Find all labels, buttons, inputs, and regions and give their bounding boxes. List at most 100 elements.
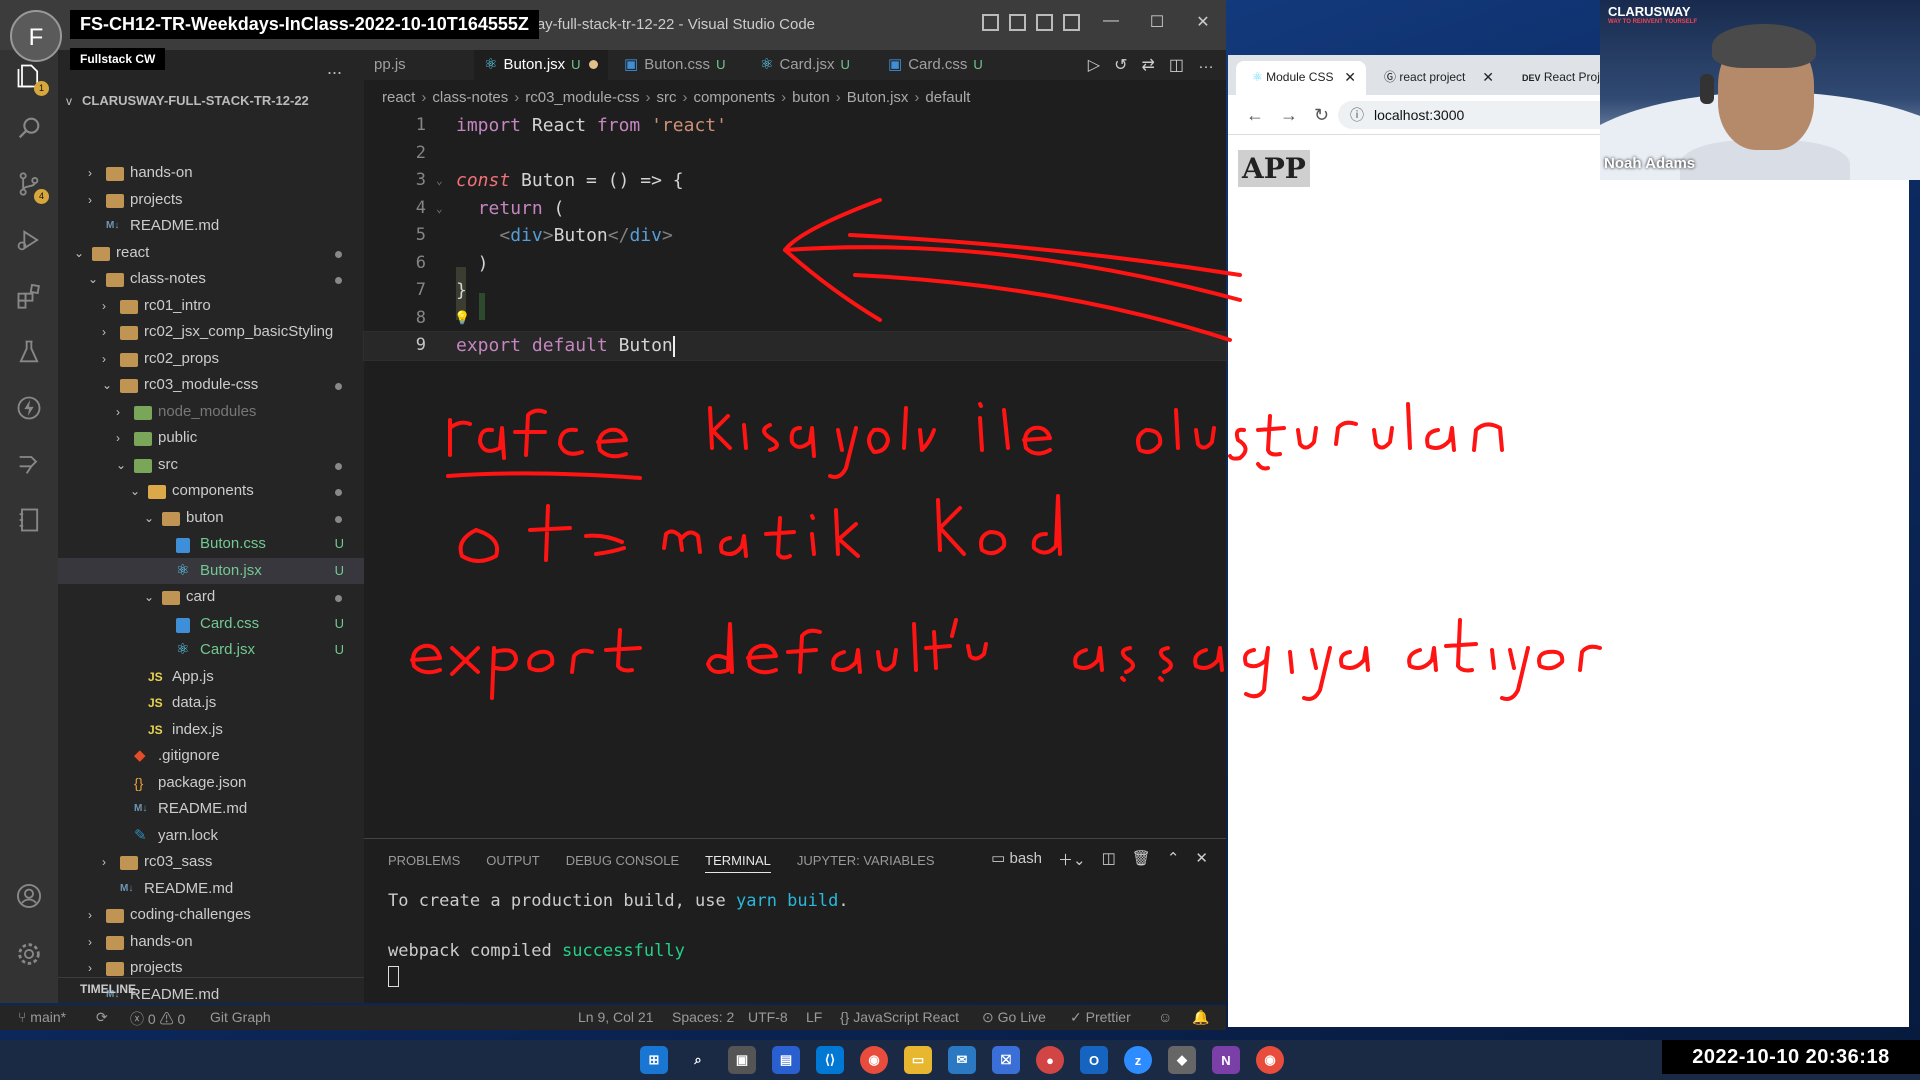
close-button[interactable]: ✕ xyxy=(1188,12,1218,36)
go-live[interactable]: ⊙ Go Live xyxy=(982,1009,1046,1026)
customize-layout-icon[interactable] xyxy=(1063,14,1080,31)
tree-item[interactable]: ◆ .gitignore xyxy=(58,743,364,770)
code-line[interactable]: 7} xyxy=(364,277,1226,305)
panel-tab[interactable]: TERMINAL xyxy=(705,853,771,873)
chrome-profile-icon[interactable]: ◉ xyxy=(1256,1046,1284,1074)
chevron-down-icon[interactable]: ⌄ xyxy=(144,505,156,532)
tree-item[interactable]: M↓ README.md xyxy=(58,876,364,903)
tree-item[interactable]: JS App.js xyxy=(58,664,364,691)
tree-item[interactable]: › projects xyxy=(58,187,364,214)
tree-item[interactable]: › coding-challenges xyxy=(58,902,364,929)
cursor-position[interactable]: Ln 9, Col 21 xyxy=(578,1009,654,1025)
tree-item[interactable]: Buton.css U xyxy=(58,531,364,558)
tree-item[interactable]: {} package.json xyxy=(58,770,364,797)
tree-item[interactable]: › rc02_jsx_comp_basicStyling xyxy=(58,319,364,346)
explorer-more-actions-icon[interactable]: ... xyxy=(327,58,342,79)
breadcrumb-item[interactable]: rc03_module-css xyxy=(525,89,639,106)
fold-chevron-icon[interactable]: ⌄ xyxy=(436,167,443,195)
tree-item[interactable]: M↓ README.md xyxy=(58,796,364,823)
browser-tab-module-css[interactable]: ⚛ Module CSS ✕ xyxy=(1236,61,1366,95)
chevron-down-icon[interactable]: ⌄ xyxy=(130,478,142,505)
git-icon[interactable]: ◆ xyxy=(1168,1046,1196,1074)
widgets-icon[interactable]: ▤ xyxy=(772,1046,800,1074)
tree-item[interactable]: ⌄ rc03_module-css xyxy=(58,372,364,399)
chevron-down-icon[interactable]: ⌄ xyxy=(102,372,114,399)
settings-gear-icon[interactable] xyxy=(13,938,45,970)
panel-tab[interactable]: PROBLEMS xyxy=(388,853,460,873)
chevron-down-icon[interactable]: ⌄ xyxy=(74,240,86,267)
tree-item[interactable]: JS index.js xyxy=(58,717,364,744)
chevron-down-icon[interactable]: ⌄ xyxy=(116,452,128,479)
task-view-icon[interactable]: ▣ xyxy=(728,1046,756,1074)
close-tab-icon[interactable]: ✕ xyxy=(1482,61,1494,93)
code-editor[interactable]: 1 import React from 'react' 2 3 ⌄ const Buton… xyxy=(363,112,1227,361)
encoding[interactable]: UTF-8 xyxy=(748,1009,788,1025)
app-icon[interactable]: ● xyxy=(1036,1046,1064,1074)
chevron-right-icon[interactable]: › xyxy=(102,293,114,320)
tree-item[interactable]: › node_modules xyxy=(58,399,364,426)
tree-item[interactable]: ⌄ react xyxy=(58,240,364,267)
split-editor-icon[interactable]: ◫ xyxy=(1169,55,1184,75)
unsaved-dot[interactable] xyxy=(588,60,598,69)
code-line[interactable]: 2 xyxy=(364,140,1226,168)
breadcrumb-item[interactable]: react xyxy=(382,89,415,106)
more-actions-icon[interactable]: … xyxy=(1198,55,1214,75)
timeline-section[interactable]: TIMELINE xyxy=(58,977,364,1001)
tree-item[interactable]: M↓ README.md xyxy=(58,213,364,240)
tree-item[interactable]: › hands-on xyxy=(58,929,364,956)
kill-terminal-icon[interactable]: 🗑 xyxy=(1132,849,1151,870)
breadcrumb-item[interactable]: class-notes xyxy=(432,89,508,106)
compare-icon[interactable]: ⇄ xyxy=(1141,55,1154,75)
workspace-root[interactable]: v CLARUSWAY-FULL-STACK-TR-12-22 xyxy=(58,88,364,115)
search-taskbar-icon[interactable]: ⌕ xyxy=(684,1046,712,1074)
tree-item[interactable]: ⌄ card xyxy=(58,584,364,611)
tree-item[interactable]: ⚛ Buton.jsx U xyxy=(58,557,364,584)
mail-icon[interactable]: ✉ xyxy=(948,1046,976,1074)
lightning-icon[interactable] xyxy=(13,392,45,424)
terminal-shell-label[interactable]: ▭ bash xyxy=(991,849,1042,870)
new-terminal-icon[interactable]: ＋⌄ xyxy=(1058,849,1086,870)
account-icon[interactable] xyxy=(13,880,45,912)
maximize-button[interactable]: ☐ xyxy=(1142,12,1172,36)
chevron-right-icon[interactable]: › xyxy=(116,399,128,426)
file-explorer-icon[interactable]: ▭ xyxy=(904,1046,932,1074)
tree-item[interactable]: ⚛ Card.jsx U xyxy=(58,637,364,664)
lightbulb-icon[interactable]: 💡 xyxy=(454,305,470,333)
tree-item[interactable]: ⌄ buton xyxy=(58,505,364,532)
site-info-icon[interactable]: ⓘ xyxy=(1350,101,1364,129)
code-line[interactable]: 6 ) xyxy=(364,250,1226,278)
chevron-right-icon[interactable]: › xyxy=(102,346,114,373)
problems-indicator[interactable]: ⓧ 0 ⚠ 0 xyxy=(130,1009,185,1029)
editor-tab[interactable]: ⚛ Buton.jsx U xyxy=(474,50,608,80)
editor-tab[interactable]: ⚛ Card.jsx U xyxy=(750,50,872,80)
tree-item[interactable]: › hands-on xyxy=(58,160,364,187)
minimize-button[interactable]: — xyxy=(1096,12,1126,36)
language-mode[interactable]: {} JavaScript React xyxy=(840,1009,959,1025)
close-tab-icon[interactable]: ✕ xyxy=(1344,61,1356,93)
sync-icon[interactable]: ⟳ xyxy=(96,1009,108,1026)
split-terminal-icon[interactable]: ◫ xyxy=(1102,849,1116,870)
chrome-icon[interactable]: ◉ xyxy=(860,1046,888,1074)
notebook-icon[interactable] xyxy=(13,504,45,536)
toggle-secondary-sidebar-icon[interactable] xyxy=(1036,14,1053,31)
feedback-icon[interactable]: ☺ xyxy=(1158,1009,1172,1025)
onenote-icon[interactable]: N xyxy=(1212,1046,1240,1074)
tree-item[interactable]: ⌄ components xyxy=(58,478,364,505)
history-icon[interactable]: ↺ xyxy=(1114,55,1127,75)
testing-icon[interactable] xyxy=(13,336,45,368)
fold-chevron-icon[interactable]: ⌄ xyxy=(436,195,443,223)
git-graph-icon[interactable] xyxy=(13,448,45,480)
vscode-taskbar-icon[interactable]: ⟨⟩ xyxy=(816,1046,844,1074)
forward-icon[interactable]: → xyxy=(1280,105,1298,126)
tree-item[interactable]: › rc02_props xyxy=(58,346,364,373)
code-line[interactable]: 8 💡 xyxy=(364,305,1226,333)
chevron-down-icon[interactable]: ⌄ xyxy=(144,584,156,611)
chevron-right-icon[interactable]: › xyxy=(116,425,128,452)
tree-item[interactable]: › public xyxy=(58,425,364,452)
zoom-icon[interactable]: z xyxy=(1124,1046,1152,1074)
tree-item[interactable]: Card.css U xyxy=(58,611,364,638)
reload-icon[interactable]: ↻ xyxy=(1314,105,1329,126)
prettier[interactable]: ✓ Prettier xyxy=(1070,1009,1131,1026)
chevron-right-icon[interactable]: › xyxy=(88,187,100,214)
notifications-icon[interactable]: 🔔 xyxy=(1192,1009,1209,1026)
